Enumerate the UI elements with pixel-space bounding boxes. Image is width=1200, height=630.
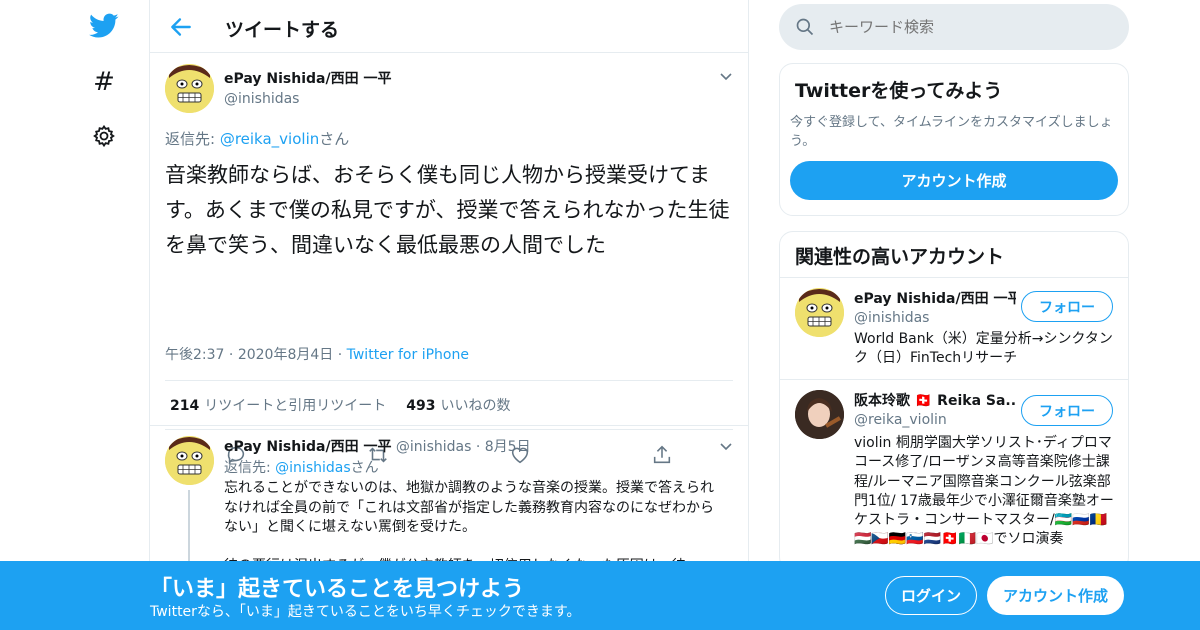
tweet-date[interactable]: 2020年8月4日	[238, 347, 333, 363]
left-nav: #	[70, 0, 142, 630]
related-title: 関連性の高いアカウント	[795, 246, 1005, 268]
meta-separator: ·	[337, 347, 343, 363]
retweet-stat[interactable]: 214 リツイートと引用リツイート	[170, 395, 386, 415]
banner-subtitle: Twitterなら、「いま」起きていることをいち早くチェックできます。	[150, 604, 581, 620]
like-stat[interactable]: 493 いいねの数	[406, 395, 510, 415]
account-bio: World Bank（米）定量分析→シンクタンク（日）FinTechリサーチ	[854, 331, 1113, 366]
back-arrow-icon[interactable]	[168, 14, 194, 40]
account-bio: violin 桐朋学園大学ソリスト･ディプロマコース修了/ローザンヌ高等音楽院修…	[854, 435, 1114, 548]
follow-button[interactable]: フォロー	[1021, 395, 1113, 426]
meta-separator: ·	[475, 439, 481, 455]
reply-suffix: さん	[319, 130, 350, 148]
reply-date[interactable]: 8月5日	[485, 439, 531, 455]
account-card[interactable]: ePay Nishida/西田 一平 @inishidas フォロー World…	[780, 277, 1128, 379]
main-column: ツイートする ePay Nishida/西田 一平 @inishidas 返信先…	[149, 0, 749, 630]
avatar[interactable]	[795, 390, 844, 439]
search-input[interactable]	[829, 4, 1114, 50]
author-handle[interactable]: @inishidas	[396, 439, 471, 455]
main-tweet: ePay Nishida/西田 一平 @inishidas 返信先: @reik…	[150, 54, 748, 465]
account-handle[interactable]: @inishidas	[854, 310, 1016, 326]
reply-text-paragraph: 忘れることができないのは、地獄か調教のような音楽の授業。授業で答えられなければ全…	[224, 480, 714, 535]
banner-title: 「いま」起きていることを見つけよう	[150, 577, 525, 602]
search-icon	[795, 17, 815, 37]
avatar[interactable]	[165, 436, 214, 485]
tweet-meta: 午後2:37 · 2020年8月4日 · Twitter for iPhone	[165, 344, 469, 364]
search-bar[interactable]	[779, 4, 1129, 50]
page-title: ツイートする	[225, 19, 340, 41]
signup-desc: 今すぐ登録して、タイムラインをカスタマイズしましょう。	[790, 115, 1113, 149]
reply-to: 返信先: @reika_violinさん	[165, 128, 349, 149]
tweet-text: 音楽教師ならば、おそらく僕も同じ人物から授業受けてます。あくまで僕の私見ですが、…	[165, 163, 730, 257]
account-name[interactable]: ePay Nishida/西田 一平	[854, 288, 1016, 308]
login-button[interactable]: ログイン	[885, 576, 977, 615]
signup-title: Twitterを使ってみよう	[795, 80, 1003, 102]
page-header: ツイートする	[150, 0, 748, 53]
gear-icon[interactable]	[88, 120, 120, 152]
related-accounts-panel: 関連性の高いアカウント ePay Nishida/西田 一平 @inishida…	[779, 231, 1129, 571]
retweet-count: 214	[170, 398, 200, 414]
chevron-down-icon[interactable]	[718, 68, 734, 84]
reply-to: 返信先: @inishidasさん	[224, 457, 379, 477]
like-label: いいねの数	[440, 398, 511, 414]
tweet-source[interactable]: Twitter for iPhone	[347, 347, 469, 363]
like-count: 493	[406, 398, 436, 414]
chevron-down-icon[interactable]	[718, 438, 734, 454]
signup-banner: 「いま」起きていることを見つけよう Twitterなら、「いま」起きていることを…	[0, 561, 1200, 630]
account-handle[interactable]: @reika_violin	[854, 412, 1016, 428]
signup-button[interactable]: アカウント作成	[790, 161, 1118, 200]
reply-to-link[interactable]: @inishidas	[275, 460, 350, 476]
author-handle[interactable]: @inishidas	[224, 91, 391, 107]
account-card[interactable]: 阪本玲歌 🇨🇭 Reika Sa... @reika_violin フォロー v…	[780, 379, 1128, 570]
tweet-time[interactable]: 午後2:37	[165, 347, 224, 363]
retweet-label: リツイートと引用リツイート	[204, 398, 387, 414]
account-name[interactable]: 阪本玲歌 🇨🇭 Reika Sa...	[854, 390, 1016, 410]
reply-suffix: さん	[350, 460, 379, 476]
follow-button[interactable]: フォロー	[1021, 291, 1113, 322]
reply-to-link[interactable]: @reika_violin	[220, 130, 319, 148]
tweet-stats: 214 リツイートと引用リツイート 493 いいねの数	[165, 380, 733, 430]
reply-header: ePay Nishida/西田 一平 @inishidas · 8月5日	[224, 436, 531, 456]
avatar[interactable]	[795, 288, 844, 337]
banner-signup-button[interactable]: アカウント作成	[987, 576, 1124, 615]
twitter-bird-icon[interactable]	[88, 10, 120, 42]
reply-prefix: 返信先:	[224, 460, 276, 476]
author-name[interactable]: ePay Nishida/西田 一平	[224, 68, 391, 88]
meta-separator: ·	[228, 347, 234, 363]
reply-prefix: 返信先:	[165, 130, 220, 148]
hashtag-icon[interactable]: #	[88, 66, 120, 98]
avatar[interactable]	[165, 64, 214, 113]
author-name[interactable]: ePay Nishida/西田 一平	[224, 439, 391, 455]
signup-panel: Twitterを使ってみよう 今すぐ登録して、タイムラインをカスタマイズしましょ…	[779, 63, 1129, 216]
